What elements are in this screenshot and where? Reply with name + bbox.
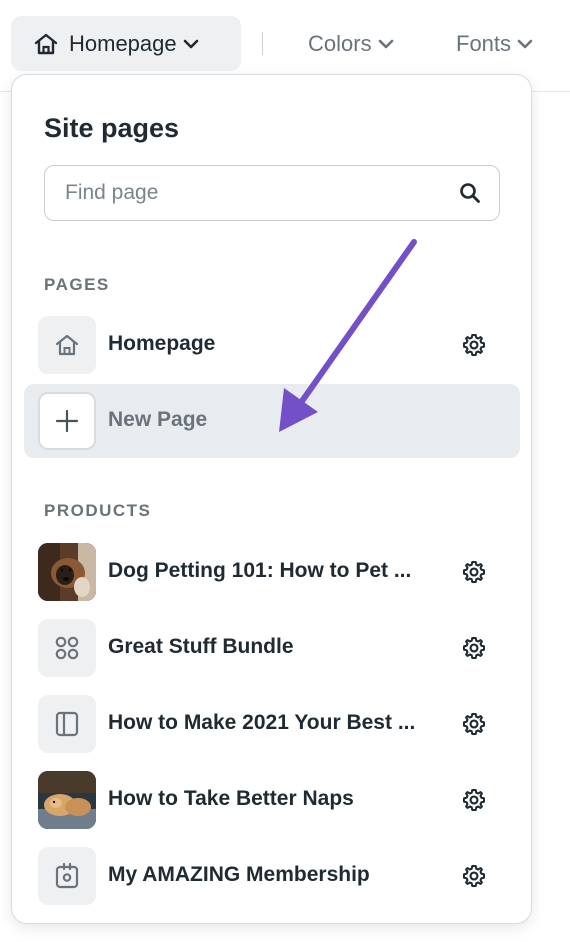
gear-icon[interactable] — [461, 863, 487, 889]
search-input[interactable] — [65, 181, 435, 205]
search-icon[interactable] — [459, 182, 481, 209]
chevron-down-icon — [517, 38, 533, 50]
product-item-label: Dog Petting 101: How to Pet ... — [108, 559, 412, 582]
nav-divider — [262, 32, 263, 55]
gear-icon[interactable] — [461, 787, 487, 813]
find-page-search[interactable] — [44, 165, 500, 221]
membership-icon — [38, 847, 96, 905]
panel-title: Site pages — [44, 113, 180, 143]
puppy-photo-thumbnail — [38, 771, 96, 829]
product-item[interactable]: How to Take Better Naps — [24, 763, 520, 837]
gear-icon[interactable] — [461, 711, 487, 737]
product-item[interactable]: Dog Petting 101: How to Pet ... — [24, 535, 520, 609]
product-item-label: How to Take Better Naps — [108, 787, 354, 810]
dog-photo-thumbnail — [38, 543, 96, 601]
new-page-button[interactable]: New Page — [24, 384, 520, 458]
chevron-down-icon — [183, 38, 199, 50]
product-item[interactable]: How to Make 2021 Your Best ... — [24, 687, 520, 761]
course-sidebar-icon — [38, 695, 96, 753]
product-item[interactable]: My AMAZING Membership — [24, 839, 520, 913]
gear-icon[interactable] — [461, 332, 487, 358]
gear-icon[interactable] — [461, 635, 487, 661]
chevron-down-icon — [378, 38, 394, 50]
product-item[interactable]: Great Stuff Bundle — [24, 611, 520, 685]
fonts-dropdown[interactable]: Fonts — [456, 16, 533, 71]
product-item-label: Great Stuff Bundle — [108, 635, 294, 658]
page-item-label: Homepage — [108, 332, 216, 355]
colors-dropdown[interactable]: Colors — [308, 16, 394, 71]
homepage-dropdown-label: Homepage — [69, 30, 177, 56]
products-section-label: PRODUCTS — [44, 501, 152, 520]
gear-icon[interactable] — [461, 559, 487, 585]
new-page-label: New Page — [108, 408, 208, 431]
product-item-label: How to Make 2021 Your Best ... — [108, 711, 416, 734]
home-icon — [33, 32, 59, 56]
bundle-grid-icon — [38, 619, 96, 677]
fonts-dropdown-label: Fonts — [456, 30, 512, 56]
colors-dropdown-label: Colors — [308, 30, 372, 56]
pages-section-label: PAGES — [44, 275, 110, 294]
home-icon — [38, 316, 96, 374]
plus-icon — [38, 392, 96, 450]
page-item-homepage[interactable]: Homepage — [24, 308, 520, 382]
site-pages-panel: Site pages PAGES Homepage New Page PRODU… — [11, 74, 532, 924]
product-item-label: My AMAZING Membership — [108, 863, 370, 886]
homepage-dropdown[interactable]: Homepage — [11, 16, 241, 71]
